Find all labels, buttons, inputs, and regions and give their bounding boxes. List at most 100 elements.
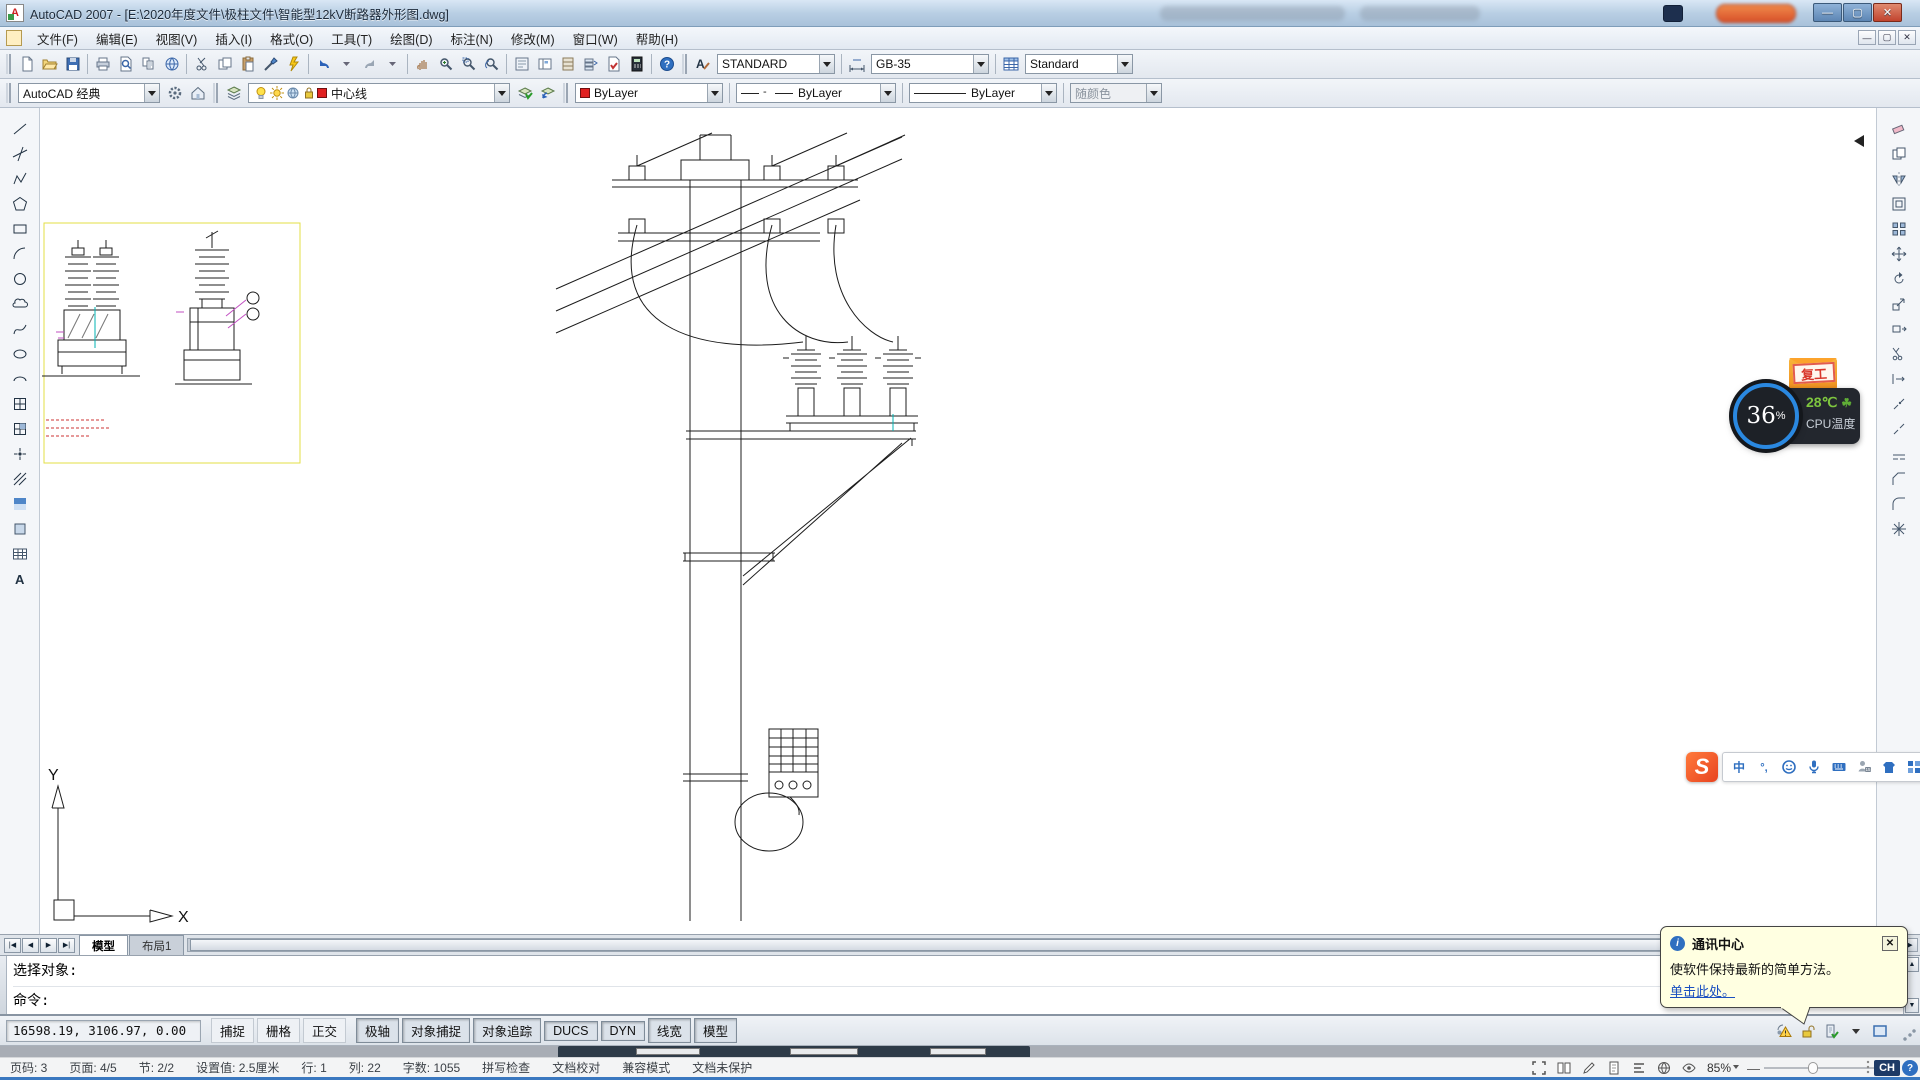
wps-status-item-页面45[interactable]: 页面: 4/5: [69, 1059, 116, 1076]
language-bar-grip[interactable]: [1866, 1060, 1872, 1076]
qnew-icon[interactable]: [15, 53, 38, 75]
validate-icon[interactable]: [1822, 1020, 1842, 1042]
chevron-down-icon[interactable]: [707, 84, 722, 102]
ssmile-icon[interactable]: [1780, 756, 1798, 778]
status-toggle-捕捉[interactable]: 捕捉: [211, 1018, 254, 1043]
text-style-combo[interactable]: STANDARD: [717, 54, 835, 74]
layer-previous-icon[interactable]: [536, 82, 559, 104]
toolbar-grip[interactable]: [213, 83, 218, 103]
balloon-link[interactable]: 单击此处。: [1670, 981, 1735, 1000]
markup-icon[interactable]: [602, 53, 625, 75]
mini-dd-icon[interactable]: [335, 53, 358, 75]
gear-icon[interactable]: [163, 82, 186, 104]
match-properties-icon[interactable]: [259, 53, 282, 75]
tab-nav-[interactable]: ▶|: [58, 938, 75, 953]
coordinate-readout[interactable]: 16598.19, 3106.97, 0.00: [6, 1020, 201, 1042]
rectangle-icon[interactable]: [8, 216, 31, 241]
chevron-down-icon[interactable]: [973, 55, 988, 73]
doc-control-[interactable]: —: [1858, 30, 1876, 45]
rotate-icon[interactable]: [1887, 266, 1910, 291]
eye-icon[interactable]: [1679, 1059, 1699, 1077]
close-button[interactable]: ✕: [1873, 3, 1902, 22]
chevron-down-icon[interactable]: [1117, 55, 1132, 73]
tool-palettes-icon[interactable]: [556, 53, 579, 75]
linetype-combo[interactable]: ByLayer: [736, 83, 896, 103]
bulb-icon[interactable]: [253, 82, 269, 104]
explode-icon[interactable]: [1887, 516, 1910, 541]
wps-status-item-兼容模式[interactable]: 兼容模式: [622, 1059, 670, 1076]
skbd-icon[interactable]: [1830, 756, 1848, 778]
balloon-close-icon[interactable]: ✕: [1882, 936, 1898, 951]
pan-icon[interactable]: [411, 53, 434, 75]
status-toggle-ducs[interactable]: DUCS: [544, 1021, 597, 1041]
page-mode-icon[interactable]: [1604, 1059, 1624, 1077]
menu-item-窗口w[interactable]: 窗口(W): [564, 27, 627, 50]
block-editor-icon[interactable]: [282, 53, 305, 75]
tab-model[interactable]: 模型: [79, 935, 128, 955]
plot-icon[interactable]: [91, 53, 114, 75]
status-toggle-模型[interactable]: 模型: [694, 1018, 737, 1043]
tablei-icon[interactable]: [8, 541, 31, 566]
circlei-icon[interactable]: [8, 266, 31, 291]
region-icon[interactable]: [8, 516, 31, 541]
fillet-icon[interactable]: [1887, 491, 1910, 516]
tab-nav-[interactable]: |◀: [4, 938, 21, 953]
workspace-combo[interactable]: AutoCAD 经典: [18, 83, 160, 103]
layer-combo[interactable]: 中心线: [248, 83, 510, 103]
horizontal-scrollbar[interactable]: ▶: [187, 938, 1918, 952]
smic-icon[interactable]: [1805, 756, 1823, 778]
plot-preview-icon[interactable]: [114, 53, 137, 75]
extend-icon[interactable]: [1887, 366, 1910, 391]
clean-screen-icon[interactable]: [1870, 1020, 1890, 1042]
wps-status-item-节22[interactable]: 节: 2/2: [139, 1059, 174, 1076]
zoom-previous-icon[interactable]: [480, 53, 503, 75]
wps-status-item-文档校对[interactable]: 文档校对: [552, 1059, 600, 1076]
tray-dd-icon[interactable]: [1846, 1020, 1866, 1042]
web-mode-icon[interactable]: [1654, 1059, 1674, 1077]
make-layer-current-icon[interactable]: [513, 82, 536, 104]
save-icon[interactable]: [61, 53, 84, 75]
xline-icon[interactable]: [8, 141, 31, 166]
resize-grip[interactable]: [1902, 1028, 1916, 1042]
pline-icon[interactable]: [8, 166, 31, 191]
wps-status-item-拼写检查[interactable]: 拼写检查: [482, 1059, 530, 1076]
status-toggle-正交[interactable]: 正交: [303, 1018, 346, 1043]
hatch-icon[interactable]: [8, 466, 31, 491]
revcloud-icon[interactable]: [8, 291, 31, 316]
szh-icon[interactable]: 中: [1730, 756, 1748, 778]
ellipse-arc-icon[interactable]: [8, 366, 31, 391]
chevron-down-icon[interactable]: [144, 84, 159, 102]
sogou-logo-icon[interactable]: S: [1686, 752, 1718, 782]
chevron-down-icon[interactable]: [1041, 84, 1056, 102]
outline-mode-icon[interactable]: [1629, 1059, 1649, 1077]
menu-item-标注n[interactable]: 标注(N): [442, 27, 502, 50]
zoom-out-icon[interactable]: —: [1747, 1061, 1760, 1076]
table-style-combo[interactable]: Standard: [1025, 54, 1133, 74]
point-icon[interactable]: [8, 441, 31, 466]
help-icon[interactable]: ?: [655, 53, 678, 75]
3d-dwf-icon[interactable]: [160, 53, 183, 75]
copy-icon[interactable]: [1887, 141, 1910, 166]
chevron-down-icon[interactable]: [880, 84, 895, 102]
break-pt-icon[interactable]: [1887, 391, 1910, 416]
blurred-status-pill[interactable]: [1716, 4, 1796, 23]
wps-status-item-行1[interactable]: 行: 1: [301, 1059, 326, 1076]
cpu-usage-ring[interactable]: 36%: [1733, 383, 1799, 449]
dim-style-combo[interactable]: GB-35: [871, 54, 989, 74]
color-combo[interactable]: ByLayer: [575, 83, 723, 103]
menu-item-工具t[interactable]: 工具(T): [322, 27, 381, 50]
undo-icon[interactable]: [312, 53, 335, 75]
tray-app-icon[interactable]: [1663, 5, 1683, 22]
menu-item-编辑e[interactable]: 编辑(E): [87, 27, 147, 50]
status-toggle-极轴[interactable]: 极轴: [356, 1018, 399, 1043]
gradient-icon[interactable]: [8, 491, 31, 516]
designcenter-icon[interactable]: [533, 53, 556, 75]
wps-status-item-设置值25厘米[interactable]: 设置值: 2.5厘米: [196, 1059, 279, 1076]
break-icon[interactable]: [1887, 416, 1910, 441]
sgrid-icon[interactable]: [1905, 756, 1920, 778]
menu-item-文件f[interactable]: 文件(F): [28, 27, 87, 50]
tab-layout1[interactable]: 布局1: [129, 935, 184, 955]
status-toggle-dyn[interactable]: DYN: [601, 1021, 645, 1041]
sun-icon[interactable]: [269, 82, 285, 104]
minimize-button[interactable]: —: [1813, 3, 1842, 22]
